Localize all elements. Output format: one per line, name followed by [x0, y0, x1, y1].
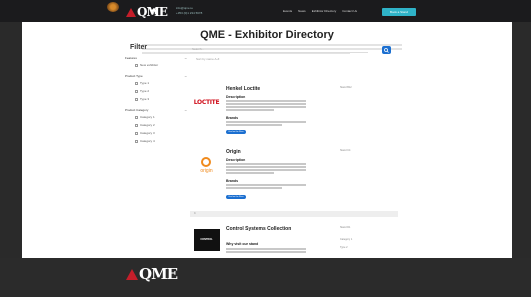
- logo-triangle-icon: [126, 268, 138, 280]
- filter-option[interactable]: Category 3: [115, 129, 187, 137]
- nav-link-exhibitor-directory[interactable]: Exhibitor Directory: [312, 9, 337, 13]
- home-icon[interactable]: [150, 7, 158, 15]
- book-stand-button[interactable]: Book a Stand: [382, 8, 416, 16]
- nav-links: Events News Exhibitor Directory Contact …: [283, 9, 357, 13]
- filter-option[interactable]: Category 2: [115, 121, 187, 129]
- sort-label[interactable]: Sort by name A-Z: [196, 57, 219, 61]
- checkbox[interactable]: [135, 97, 138, 101]
- brands-heading: Brands: [226, 179, 239, 183]
- logo-text: origin: [200, 167, 213, 174]
- checkbox[interactable]: [135, 63, 138, 67]
- brands-text: [226, 184, 306, 190]
- filter-option[interactable]: Category 1: [115, 113, 187, 121]
- checkbox[interactable]: [135, 131, 138, 135]
- find-on-floor-button[interactable]: Find on the Floor: [226, 195, 246, 199]
- filter-heading: Filter: [130, 44, 148, 51]
- filter-option-label: Category 3: [140, 131, 155, 135]
- description-text: [226, 248, 306, 254]
- description-text: [226, 100, 306, 112]
- checkbox[interactable]: [135, 115, 138, 119]
- footer: [0, 258, 531, 297]
- exhibitor-card: LOCTITE Henkel Loctite Description Brand…: [190, 86, 390, 146]
- chevron-down-icon[interactable]: −: [185, 74, 187, 79]
- filter-option[interactable]: Type 2: [115, 87, 187, 95]
- page-title: QME - Exhibitor Directory: [200, 29, 334, 41]
- exhibitor-logo[interactable]: CONTROL: [190, 228, 223, 252]
- sun-glare: [107, 2, 119, 12]
- logo-text: QME: [139, 265, 178, 283]
- search-input[interactable]: Search...: [190, 46, 368, 53]
- search-button[interactable]: [382, 46, 391, 54]
- filter-group-product-type: Product Type − Type 1 Type 2 Type 3: [115, 74, 187, 103]
- filter-option-label: Type 1: [140, 81, 150, 85]
- filter-option[interactable]: New exhibitor: [115, 61, 187, 69]
- search-icon: [384, 47, 389, 53]
- side-tag: Category 1: [340, 238, 353, 241]
- checkbox[interactable]: [135, 81, 138, 85]
- site-logo[interactable]: QME: [126, 5, 168, 19]
- filter-option-label: Type 2: [140, 89, 150, 93]
- checkbox[interactable]: [135, 89, 138, 93]
- stand-number: Stand D1: [340, 226, 351, 229]
- chevron-down-icon[interactable]: −: [185, 108, 187, 113]
- exhibitor-name[interactable]: Origin: [226, 149, 241, 155]
- checkbox[interactable]: [135, 123, 138, 127]
- description-heading: Description: [226, 95, 246, 99]
- filter-group-label: Product Type: [125, 74, 143, 78]
- filter-sidebar: Features − New exhibitor Product Type − …: [115, 56, 187, 150]
- exhibitor-logo[interactable]: LOCTITE: [190, 90, 223, 114]
- filter-option-label: Category 2: [140, 123, 155, 127]
- top-nav-bar: QME info@qme.ie +353 (0)1 234 5678 Event…: [0, 0, 531, 22]
- nav-link-contact[interactable]: Contact Us: [342, 9, 357, 13]
- brands-text: [226, 121, 306, 127]
- contact-info: info@qme.ie +353 (0)1 234 5678: [176, 6, 202, 16]
- origin-logo: origin: [200, 156, 213, 174]
- nav-link-events[interactable]: Events: [283, 9, 292, 13]
- checkbox[interactable]: [135, 139, 138, 143]
- nav-link-news[interactable]: News: [298, 9, 306, 13]
- logo-text: CONTROL: [193, 229, 220, 251]
- exhibitor-card: origin Origin Description Brands Find on…: [190, 149, 390, 209]
- logo-text: LOCTITE: [193, 98, 220, 106]
- contact-phone[interactable]: +353 (0)1 234 5678: [176, 11, 202, 16]
- origin-ring-icon: [201, 156, 212, 167]
- side-tag: Type 2: [340, 246, 348, 249]
- filter-option[interactable]: Type 3: [115, 95, 187, 103]
- filter-option-label: New exhibitor: [140, 63, 159, 67]
- chevron-down-icon[interactable]: −: [185, 56, 187, 61]
- stand-number: Stand B12: [340, 86, 352, 89]
- brands-heading: Brands: [226, 116, 239, 120]
- description-text: [226, 163, 306, 175]
- exhibitor-logo[interactable]: origin: [190, 153, 223, 177]
- exhibitor-card: CONTROL Control Systems Collection Why v…: [190, 226, 390, 258]
- filter-option-label: Category 4: [140, 139, 155, 143]
- stand-number: Stand C4: [340, 149, 351, 152]
- alphabet-divider: C: [190, 211, 398, 217]
- description-heading: Description: [226, 158, 246, 162]
- description-heading: Why visit our stand: [226, 242, 259, 246]
- find-on-floor-button[interactable]: Find on the Floor: [226, 130, 246, 134]
- filter-option-label: Category 1: [140, 115, 155, 119]
- footer-logo[interactable]: QME: [126, 265, 178, 283]
- filter-option[interactable]: Type 1: [115, 79, 187, 87]
- logo-triangle-icon: [126, 7, 136, 17]
- exhibitor-name[interactable]: Control Systems Collection: [226, 226, 291, 232]
- filter-group-product-category: Product Category − Category 1 Category 2…: [115, 108, 187, 145]
- filter-option[interactable]: Category 4: [115, 137, 187, 145]
- filter-option-label: Type 3: [140, 97, 150, 101]
- exhibitor-name[interactable]: Henkel Loctite: [226, 86, 260, 92]
- filter-group-label: Features: [125, 56, 137, 60]
- filter-group-label: Product Category: [125, 108, 149, 112]
- filter-group-features: Features − New exhibitor: [115, 56, 187, 69]
